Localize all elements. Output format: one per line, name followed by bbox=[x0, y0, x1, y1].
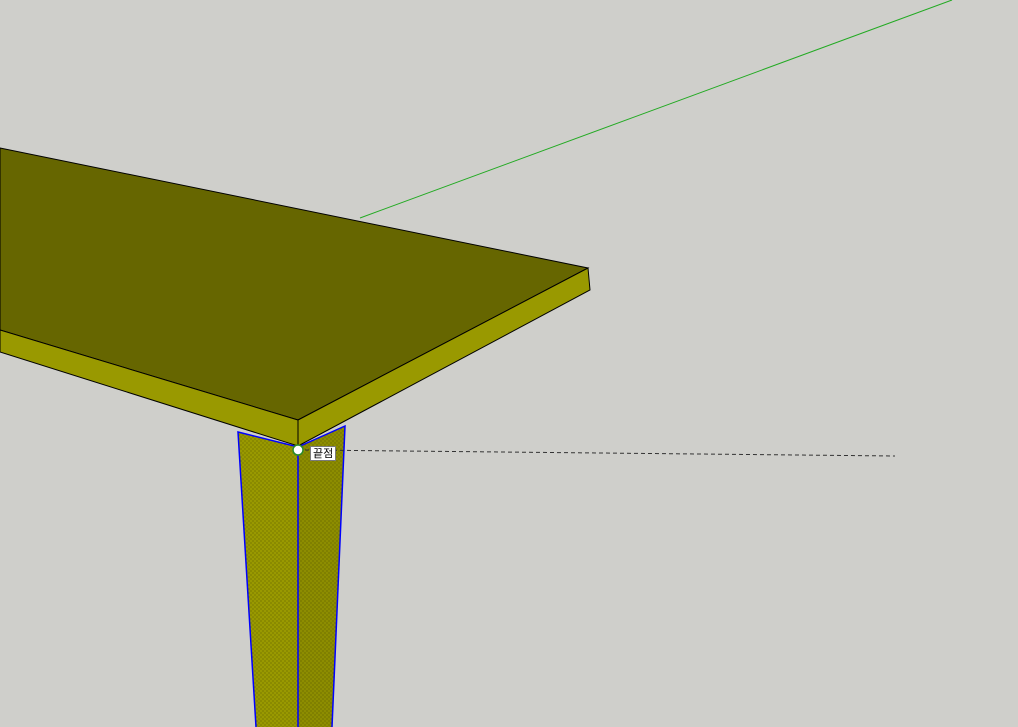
table-top[interactable] bbox=[0, 147, 591, 447]
green-axis-line bbox=[359, 0, 953, 219]
table-leg[interactable] bbox=[237, 424, 346, 727]
inference-tooltip: 끝점 bbox=[310, 446, 337, 461]
scene-canvas[interactable] bbox=[0, 0, 1018, 727]
inference-guide-line bbox=[304, 449, 896, 457]
endpoint-icon bbox=[292, 444, 304, 456]
modeling-viewport[interactable]: 끝점 bbox=[0, 0, 1018, 727]
